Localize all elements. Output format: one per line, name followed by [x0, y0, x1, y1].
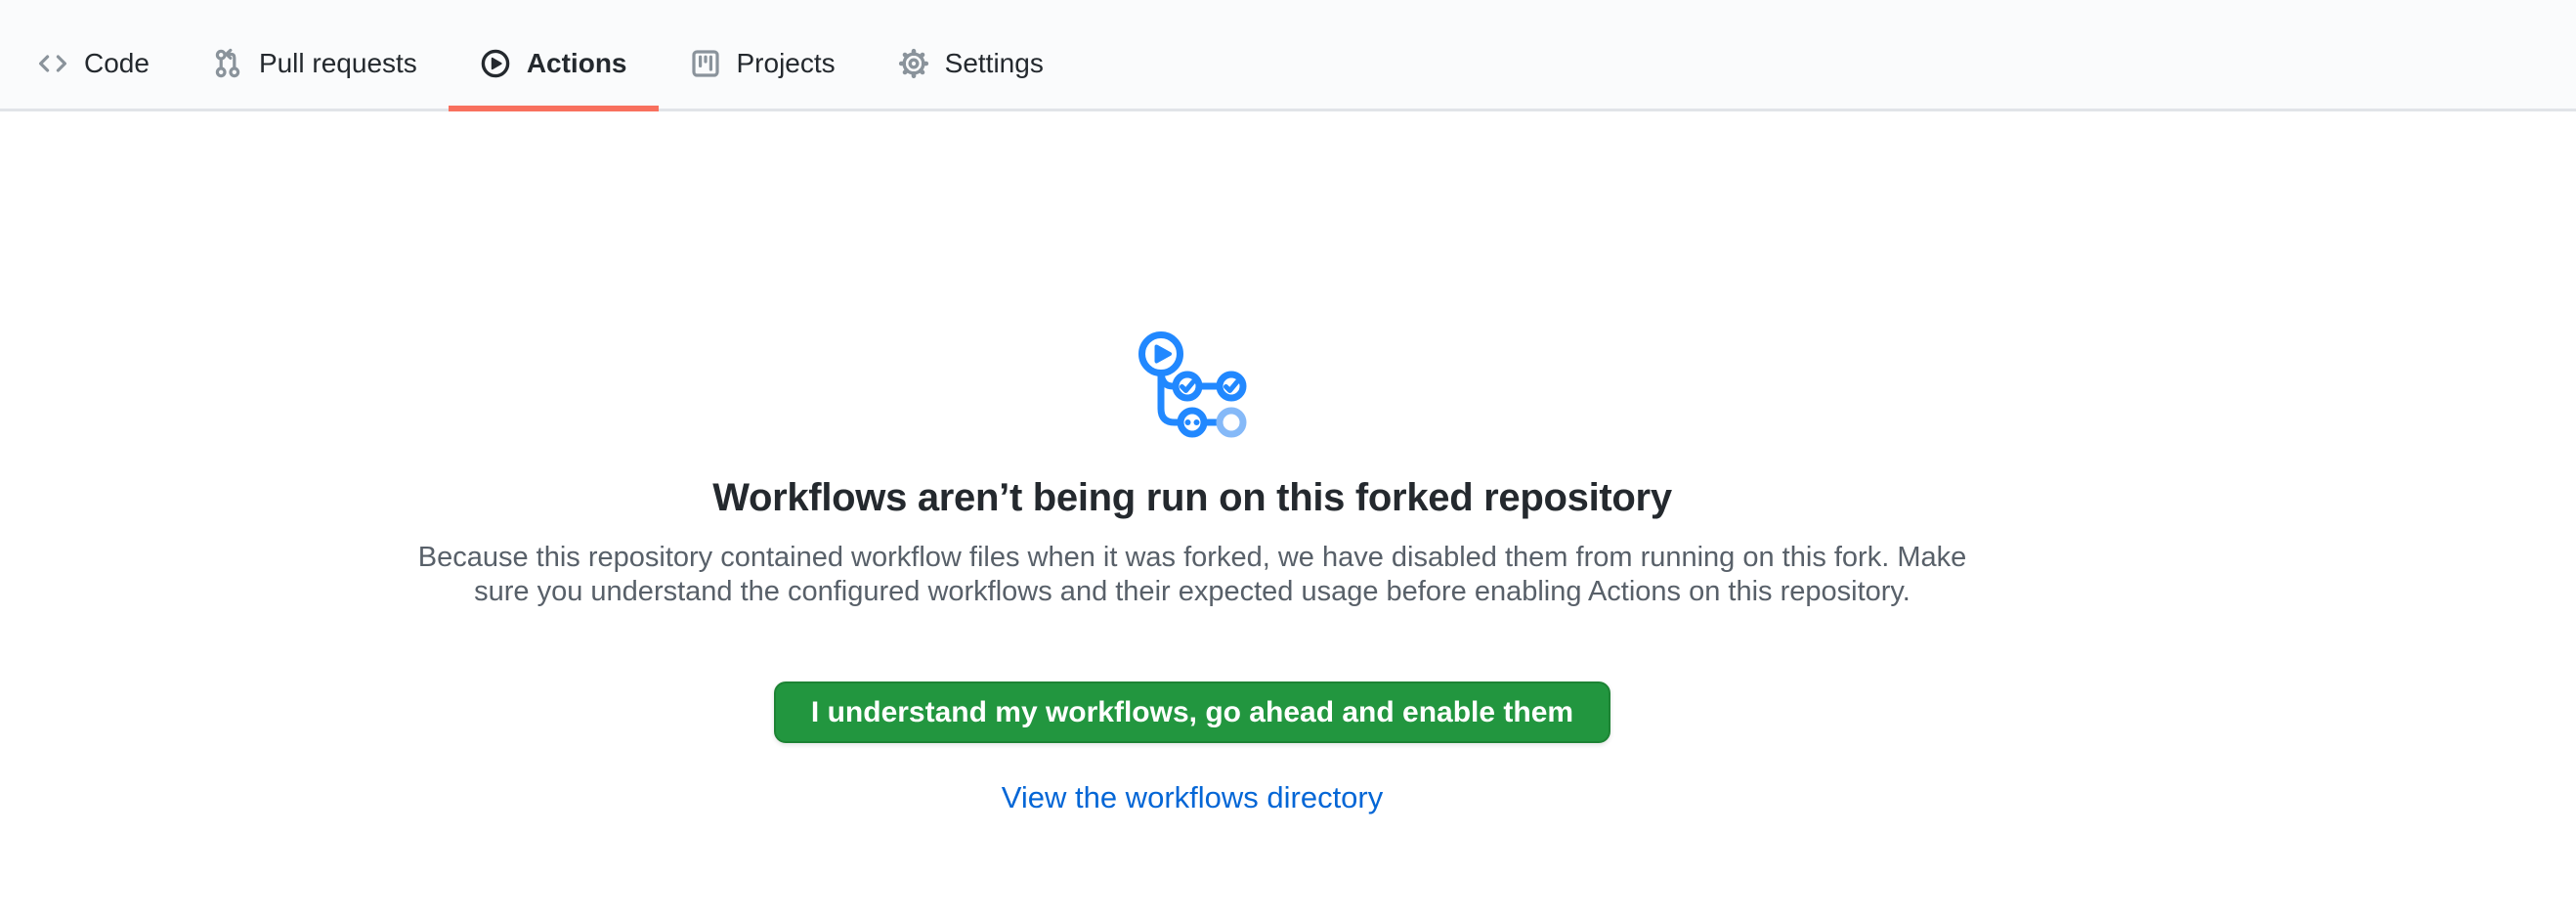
tab-label: Code — [84, 50, 150, 77]
tab-actions[interactable]: Actions — [449, 18, 659, 109]
view-workflows-directory-link[interactable]: View the workflows directory — [1002, 780, 1384, 815]
tab-label: Projects — [737, 50, 836, 77]
actions-disabled-blankslate: Workflows aren’t being run on this forke… — [0, 111, 2384, 815]
enable-workflows-button[interactable]: I understand my workflows, go ahead and … — [774, 681, 1610, 743]
tab-code[interactable]: Code — [6, 18, 181, 109]
tab-pull-requests[interactable]: Pull requests — [181, 18, 449, 109]
git-pull-request-icon — [212, 48, 243, 79]
tab-label: Pull requests — [259, 50, 417, 77]
play-icon — [480, 48, 511, 79]
project-icon — [690, 48, 721, 79]
tab-label: Settings — [945, 50, 1044, 77]
code-icon — [37, 48, 68, 79]
workflow-graph-icon — [1138, 329, 1248, 439]
blankslate-heading: Workflows aren’t being run on this forke… — [712, 474, 1672, 521]
blankslate-description: Because this repository contained workfl… — [401, 541, 1984, 609]
tab-settings[interactable]: Settings — [867, 18, 1075, 109]
tab-label: Actions — [527, 50, 627, 77]
gear-icon — [898, 48, 929, 79]
tab-projects[interactable]: Projects — [659, 18, 867, 109]
repo-tab-bar: Code Pull requests Actions — [0, 0, 2576, 111]
